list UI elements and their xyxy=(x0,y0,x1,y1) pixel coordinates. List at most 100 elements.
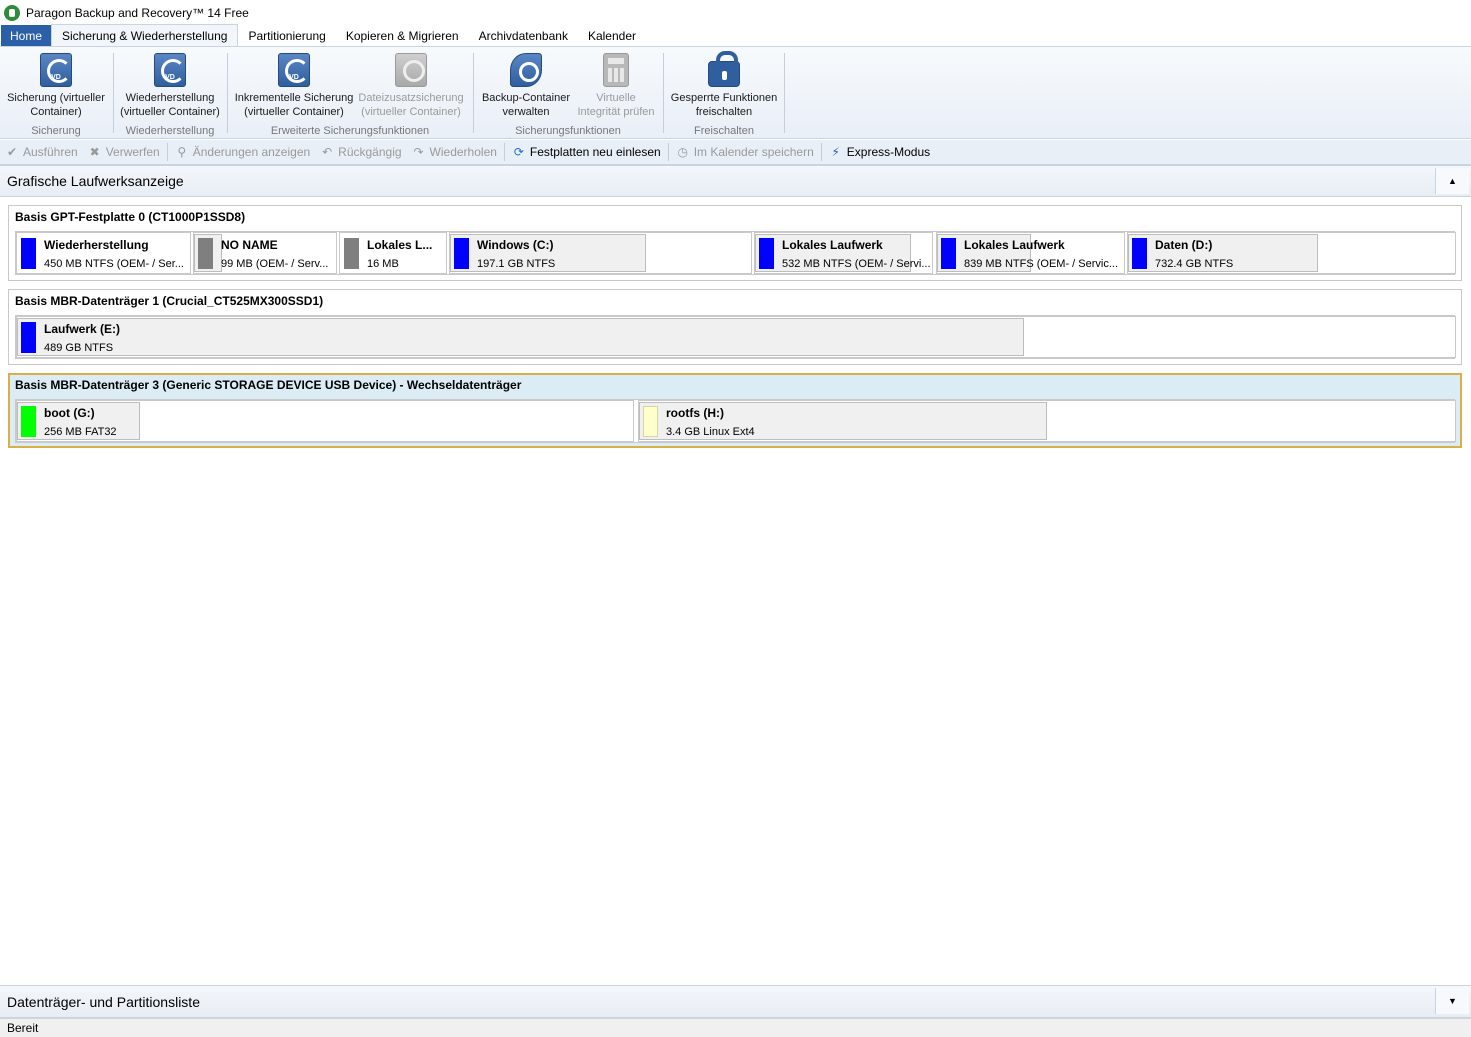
partition-color-bar xyxy=(759,238,774,269)
status-text: Bereit xyxy=(7,1021,39,1035)
partition-info: 256 MB FAT32 xyxy=(44,426,117,438)
partition-data-d[interactable]: Daten (D:) 732.4 GB NTFS xyxy=(1127,232,1456,274)
file-backup-button-line1: Dateizusatzsicherung xyxy=(358,92,464,104)
express-mode-button[interactable]: ⚡ Express-Modus xyxy=(824,141,935,163)
tab-calendar[interactable]: Kalender xyxy=(578,25,646,46)
partition-info: 16 MB xyxy=(367,258,399,270)
redo-button[interactable]: ↷ Wiederholen xyxy=(407,141,502,163)
integrity-button-line1: Virtuelle xyxy=(596,92,636,104)
checkmark-icon: ✔ xyxy=(6,145,18,159)
undo-label: Rückgängig xyxy=(338,145,402,159)
status-bar: Bereit xyxy=(0,1018,1471,1037)
partition-info: 3.4 GB Linux Ext4 xyxy=(666,426,755,438)
partition-color-bar xyxy=(21,322,36,353)
partition-color-bar xyxy=(1132,238,1147,269)
graphic-view-header: Grafische Laufwerksanzeige ▲ xyxy=(0,165,1471,197)
ribbon-group-label: Wiederherstellung xyxy=(125,125,215,137)
partition-color-bar xyxy=(344,238,359,269)
partition-row: Laufwerk (E:) 489 GB NTFS xyxy=(15,315,1456,359)
rescan-disks-button[interactable]: ⟳ Festplatten neu einlesen xyxy=(507,141,666,163)
used-space-bar xyxy=(17,318,1024,356)
schedule-label: Im Kalender speichern xyxy=(693,145,814,159)
partition-name: rootfs (H:) xyxy=(666,406,724,420)
manage-container-line1: Backup-Container xyxy=(481,92,571,104)
container-manage-icon xyxy=(510,53,542,87)
partition-list-header: Datenträger- und Partitionsliste ▼ xyxy=(0,985,1471,1018)
incremental-button-line1: Inkrementelle Sicherung xyxy=(234,92,354,104)
partition-color-bar xyxy=(198,238,213,269)
partition-name: boot (G:) xyxy=(44,406,95,420)
partition-boot-g[interactable]: boot (G:) 256 MB FAT32 xyxy=(16,400,634,442)
partition-color-bar xyxy=(643,406,658,437)
app-icon xyxy=(4,4,20,21)
magnifier-icon: ⚲ xyxy=(177,145,187,159)
backup-button-line2: Container) xyxy=(30,106,82,118)
refresh-icon: ⟳ xyxy=(513,145,524,159)
partition-color-bar xyxy=(21,238,36,269)
check-virtual-integrity-button[interactable]: Virtuelle Integrität prüfen xyxy=(574,51,658,119)
partition-info: 732.4 GB NTFS xyxy=(1155,258,1234,270)
partition-local-drive-2[interactable]: Lokales Laufwerk 839 MB NTFS (OEM- / Ser… xyxy=(936,232,1125,274)
manage-container-line2: verwalten xyxy=(502,106,550,118)
rescan-label: Festplatten neu einlesen xyxy=(529,145,661,159)
tab-partitioning[interactable]: Partitionierung xyxy=(238,25,335,46)
disk-0[interactable]: Basis GPT-Festplatte 0 (CT1000P1SSD8) Wi… xyxy=(8,205,1462,281)
partition-windows-c[interactable]: Windows (C:) 197.1 GB NTFS xyxy=(449,232,752,274)
partition-local-drive-1[interactable]: Lokales Laufwerk 532 MB NTFS (OEM- / Ser… xyxy=(754,232,933,274)
partition-color-bar xyxy=(454,238,469,269)
file-backup-button[interactable]: Dateizusatzsicherung (virtueller Contain… xyxy=(356,51,466,119)
ribbon-group-label: Freischalten xyxy=(694,125,754,137)
ribbon-tabs: Home Sicherung & Wiederherstellung Parti… xyxy=(0,24,1471,47)
partition-local-small[interactable]: Lokales L... 16 MB xyxy=(339,232,447,274)
partition-rootfs-h[interactable]: rootfs (H:) 3.4 GB Linux Ext4 xyxy=(638,400,1456,442)
tab-archive-database[interactable]: Archivdatenbank xyxy=(469,25,578,46)
disk-1[interactable]: Basis MBR-Datenträger 1 (Crucial_CT525MX… xyxy=(8,289,1462,365)
discard-label: Verwerfen xyxy=(105,145,160,159)
file-backup-icon xyxy=(395,53,427,87)
disk-label: Basis GPT-Festplatte 0 (CT1000P1SSD8) xyxy=(15,210,246,224)
partition-row: boot (G:) 256 MB FAT32 rootfs (H:) 3.4 G… xyxy=(15,399,1456,443)
save-to-calendar-button[interactable]: ◷ Im Kalender speichern xyxy=(671,141,819,163)
unlock-features-button[interactable]: Gesperrte Funktionen freischalten xyxy=(666,51,782,119)
cross-icon: ✖ xyxy=(89,145,100,159)
ribbon-group-label: Sicherungsfunktionen xyxy=(515,125,621,137)
restore-button-line2: (virtueller Container) xyxy=(120,106,220,118)
manage-backup-container-button[interactable]: Backup-Container verwalten xyxy=(478,51,574,119)
partition-list-title: Datenträger- und Partitionsliste xyxy=(7,993,200,1010)
ribbon-group-label: Sicherung xyxy=(31,125,81,137)
backup-button-line1: Sicherung (virtueller xyxy=(7,92,105,104)
partition-name: Lokales Laufwerk xyxy=(782,238,883,252)
restore-virtual-container-button[interactable]: Wiederherstellung (virtueller Container) xyxy=(116,51,224,119)
disk-label: Basis MBR-Datenträger 3 (Generic STORAGE… xyxy=(15,378,522,392)
expand-button[interactable]: ▼ xyxy=(1435,988,1469,1014)
partition-name: NO NAME xyxy=(221,238,278,252)
partition-name: Laufwerk (E:) xyxy=(44,322,121,336)
express-label: Express-Modus xyxy=(846,145,931,159)
redo-icon: ↷ xyxy=(413,145,424,159)
calculator-icon xyxy=(603,53,629,87)
backup-virtual-container-button[interactable]: Sicherung (virtueller Container) xyxy=(2,51,110,119)
express-icon: ⚡ xyxy=(831,145,840,159)
tab-backup-restore[interactable]: Sicherung & Wiederherstellung xyxy=(51,24,239,46)
toolbar-separator xyxy=(667,143,669,161)
tab-copy-migrate[interactable]: Kopieren & Migrieren xyxy=(336,25,469,46)
apply-label: Ausführen xyxy=(23,145,78,159)
disk-3[interactable]: Basis MBR-Datenträger 3 (Generic STORAGE… xyxy=(8,373,1462,448)
partition-drive-e[interactable]: Laufwerk (E:) 489 GB NTFS xyxy=(16,316,1456,358)
partition-recovery[interactable]: Wiederherstellung 450 MB NTFS (OEM- / Se… xyxy=(16,232,191,274)
apply-button[interactable]: ✔ Ausführen xyxy=(0,141,83,163)
partition-info: 489 GB NTFS xyxy=(44,342,114,354)
window-title: Paragon Backup and Recovery™ 14 Free xyxy=(26,5,249,20)
undo-button[interactable]: ↶ Rückgängig xyxy=(315,141,406,163)
show-changes-button[interactable]: ⚲ Änderungen anzeigen xyxy=(170,141,315,163)
collapse-button[interactable]: ▲ xyxy=(1435,168,1469,194)
toolbar-separator xyxy=(166,143,168,161)
partition-name: Windows (C:) xyxy=(477,238,554,252)
tab-home[interactable]: Home xyxy=(1,25,52,46)
partition-name: Wiederherstellung xyxy=(44,238,149,252)
toolbar-separator xyxy=(503,143,505,161)
incremental-backup-button[interactable]: Inkrementelle Sicherung (virtueller Cont… xyxy=(232,51,356,119)
clock-icon: ◷ xyxy=(677,145,688,159)
partition-no-name[interactable]: NO NAME 99 MB (OEM- / Serv... xyxy=(193,232,337,274)
discard-button[interactable]: ✖ Verwerfen xyxy=(83,141,165,163)
